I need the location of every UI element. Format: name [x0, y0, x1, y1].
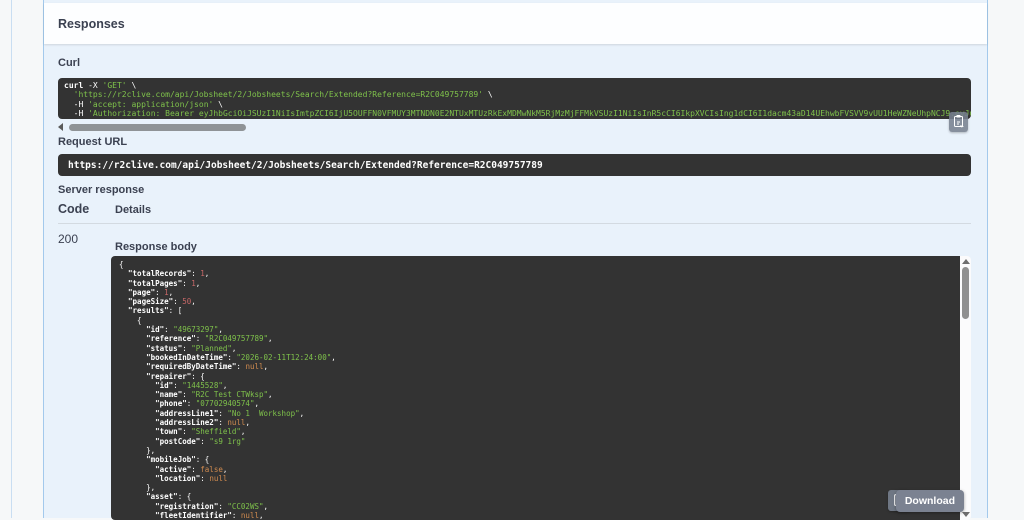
response-body-label: Response body — [115, 241, 971, 254]
status-code-200: 200 — [58, 232, 111, 246]
responses-section-header: Responses — [44, 3, 987, 44]
response-body-vertical-scrollbar[interactable] — [960, 256, 971, 520]
vertical-scrollbar-thumb[interactable] — [962, 267, 969, 319]
download-button[interactable]: Download — [896, 490, 964, 512]
curl-command-wrapper: curl -X 'GET' \ 'https://r2clive.com/api… — [58, 78, 971, 119]
request-url-label: Request URL — [58, 136, 971, 149]
curl-copy-button[interactable] — [949, 112, 968, 132]
scroll-up-arrow-icon[interactable] — [962, 259, 970, 264]
scroll-down-arrow-icon[interactable] — [962, 512, 970, 517]
get-opblock-panel: Responses Curl curl -X 'GET' \ 'https://… — [43, 0, 988, 518]
responses-section-body: Curl curl -X 'GET' \ 'https://r2clive.co… — [44, 57, 987, 520]
details-column-header: Details — [111, 204, 151, 216]
response-body-wrapper: { "totalRecords": 1, "totalPages": 1, "p… — [111, 256, 971, 520]
curl-label: Curl — [58, 57, 971, 70]
curl-horizontal-scrollbar[interactable] — [58, 123, 971, 131]
response-body-json: { "totalRecords": 1, "totalPages": 1, "p… — [111, 256, 960, 520]
horizontal-scrollbar-thumb[interactable] — [69, 124, 246, 131]
request-url-value: https://r2clive.com/api/Jobsheet/2/Jobsh… — [58, 154, 971, 176]
scroll-left-arrow-icon[interactable] — [58, 123, 63, 131]
clipboard-copy-icon — [953, 114, 965, 131]
server-response-label: Server response — [58, 184, 971, 197]
outer-container-border — [11, 0, 12, 518]
responses-title: Responses — [58, 17, 125, 31]
response-row-200: 200 Response body { "totalRecords": 1, "… — [58, 224, 971, 520]
response-table-header: Code Details — [58, 202, 971, 216]
code-column-header: Code — [58, 202, 111, 216]
curl-command-block: curl -X 'GET' \ 'https://r2clive.com/api… — [58, 78, 971, 119]
